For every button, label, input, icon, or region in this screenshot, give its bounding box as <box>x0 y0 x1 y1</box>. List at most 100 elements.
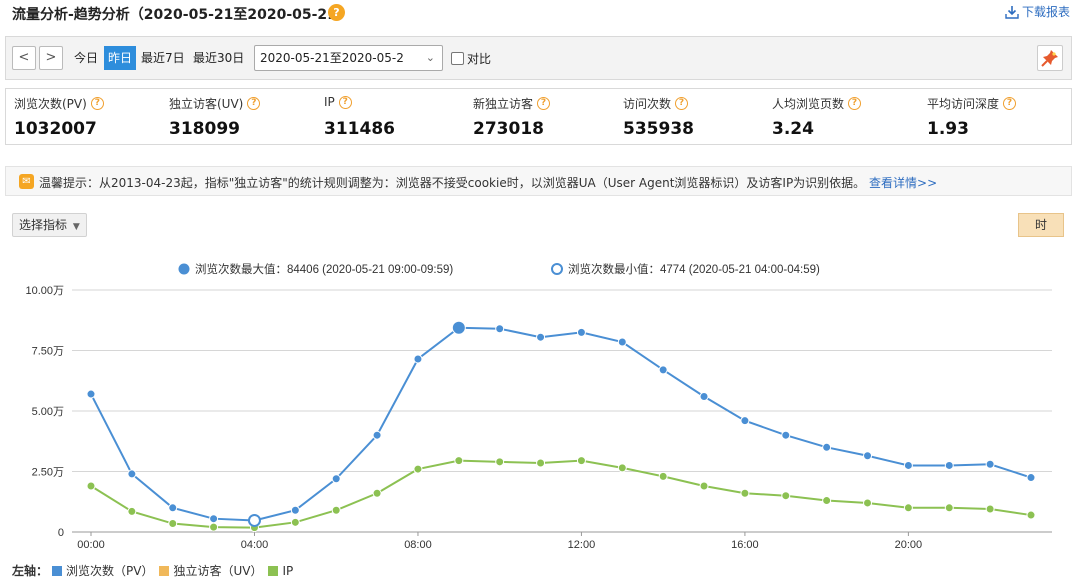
tip-text: 温馨提示：从2013-04-23起，指标"独立访客"的统计规则调整为：浏览器不接… <box>39 174 937 191</box>
compare-label: 对比 <box>467 52 492 66</box>
legend-item-pv[interactable]: 浏览次数（PV） <box>66 562 153 579</box>
data-point <box>372 488 382 498</box>
metric-value: 273018 <box>473 119 544 139</box>
data-point <box>903 503 913 513</box>
data-point <box>699 391 709 401</box>
caret-down-icon: ▼ <box>72 222 80 232</box>
date-range-select[interactable]: 2020-05-21至2020-05-2 ⌄ <box>254 45 443 71</box>
help-icon[interactable]: ? <box>1003 97 1017 110</box>
metric-label: IP <box>324 95 335 109</box>
metric-value: 535938 <box>623 119 694 139</box>
title-bar: 流量分析-趋势分析（2020-05-21至2020-05-21） ? 下载报表 <box>0 0 1080 26</box>
checkbox-box[interactable] <box>451 52 464 65</box>
x-tick-label: 20:00 <box>895 539 923 551</box>
help-icon[interactable]: ? <box>675 97 689 110</box>
page-title: 流量分析-趋势分析（2020-05-21至2020-05-21） <box>12 7 351 23</box>
x-tick-label: 12:00 <box>568 539 596 551</box>
data-point <box>658 471 668 481</box>
series-line <box>90 326 1032 522</box>
metric-value: 1032007 <box>14 119 97 139</box>
max-annotation-text: 浏览次数最大值：84406 (2020-05-21 09:00-09:59) <box>195 262 453 276</box>
trend-chart-svg: 0 2.50万 5.00万 7.50万 10.00万 00:00 04:00 08:00 12:… <box>25 262 1052 551</box>
data-point <box>290 505 300 515</box>
select-metric-dropdown[interactable]: 选择指标 ▼ <box>12 213 87 237</box>
data-point <box>495 324 505 334</box>
data-point <box>372 430 382 440</box>
download-icon <box>1005 5 1019 19</box>
data-point <box>86 389 96 399</box>
max-legend-marker <box>178 263 190 275</box>
x-tick-label: 04:00 <box>241 539 269 551</box>
data-point <box>781 430 791 440</box>
download-label: 下载报表 <box>1021 5 1070 19</box>
series-line <box>90 459 1032 529</box>
range-yesterday[interactable]: 昨日 <box>104 46 137 70</box>
y-tick-label: 10.00万 <box>25 285 64 297</box>
y-tick-label: 7.50万 <box>32 346 64 358</box>
data-point <box>985 459 995 469</box>
range-today[interactable]: 今日 <box>70 46 102 70</box>
data-point <box>822 442 832 452</box>
data-point <box>331 505 341 515</box>
data-point <box>209 514 219 524</box>
metric-label: 独立访客(UV) <box>169 97 244 111</box>
data-point <box>740 416 750 426</box>
data-point <box>413 464 423 474</box>
compare-checkbox[interactable]: 对比 <box>451 50 491 67</box>
data-point <box>658 365 668 375</box>
date-range-value: 2020-05-21至2020-05-2 <box>260 51 404 65</box>
metric-value: 311486 <box>324 119 395 139</box>
trend-chart: 0 2.50万 5.00万 7.50万 10.00万 00:00 04:00 08:00 12:… <box>0 250 1080 560</box>
axis-legend-label: 左轴： <box>12 564 49 578</box>
min-annotation-text: 浏览次数最小值：4774 (2020-05-21 04:00-04:59) <box>568 262 820 276</box>
range-last-30-days[interactable]: 最近30日 <box>189 46 248 70</box>
tip-bar: ✉ 温馨提示：从2013-04-23起，指标"独立访客"的统计规则调整为：浏览器… <box>5 166 1072 196</box>
data-point <box>863 498 873 508</box>
metric-label: 新独立访客 <box>473 97 534 111</box>
data-point <box>576 327 586 337</box>
legend-item-uv[interactable]: 独立访客（UV） <box>173 562 262 579</box>
data-point <box>617 463 627 473</box>
data-point <box>576 456 586 466</box>
granularity-hour-button[interactable]: 时 <box>1018 213 1064 237</box>
help-icon[interactable]: ? <box>537 97 551 110</box>
legend-swatch-ip <box>268 565 279 576</box>
data-point <box>903 460 913 470</box>
legend-item-ip[interactable]: IP <box>282 564 293 578</box>
pin-button[interactable] <box>1037 45 1063 71</box>
metric-value: 1.93 <box>927 119 969 139</box>
data-point <box>168 519 178 529</box>
data-point <box>536 332 546 342</box>
y-tick-label: 2.50万 <box>32 467 64 479</box>
range-last-7-days[interactable]: 最近7日 <box>137 46 189 70</box>
data-point <box>863 451 873 461</box>
data-point <box>127 506 137 516</box>
next-period-button[interactable]: > <box>39 46 63 70</box>
data-point <box>209 522 219 532</box>
help-icon[interactable]: ? <box>338 95 352 109</box>
prev-period-button[interactable]: < <box>12 46 36 70</box>
x-tick-label: 08:00 <box>404 539 432 551</box>
data-point <box>536 458 546 468</box>
help-icon[interactable]: ? <box>328 4 345 21</box>
data-point <box>290 517 300 527</box>
data-point <box>127 469 137 479</box>
x-tick-label: 00:00 <box>77 539 105 551</box>
tip-message: 温馨提示：从2013-04-23起，指标"独立访客"的统计规则调整为：浏览器不接… <box>39 176 866 190</box>
select-metric-label: 选择指标 <box>19 218 68 232</box>
data-point <box>413 354 423 364</box>
data-point <box>1026 510 1036 520</box>
legend-swatch-uv <box>159 565 170 576</box>
data-point <box>454 456 464 466</box>
data-point <box>86 481 96 491</box>
y-tick-label: 5.00万 <box>32 406 64 418</box>
help-icon[interactable]: ? <box>247 97 261 110</box>
metric-label: 人均浏览页数 <box>772 97 845 111</box>
data-point <box>617 337 627 347</box>
x-tick-label: 16:00 <box>731 539 759 551</box>
download-report-button[interactable]: 下载报表 <box>1004 3 1070 20</box>
view-details-link[interactable]: 查看详情>> <box>869 176 937 190</box>
help-icon[interactable]: ? <box>848 97 862 110</box>
axis-legend: 左轴： 浏览次数（PV） 独立访客（UV） IP <box>12 562 293 579</box>
help-icon[interactable]: ? <box>90 97 104 110</box>
